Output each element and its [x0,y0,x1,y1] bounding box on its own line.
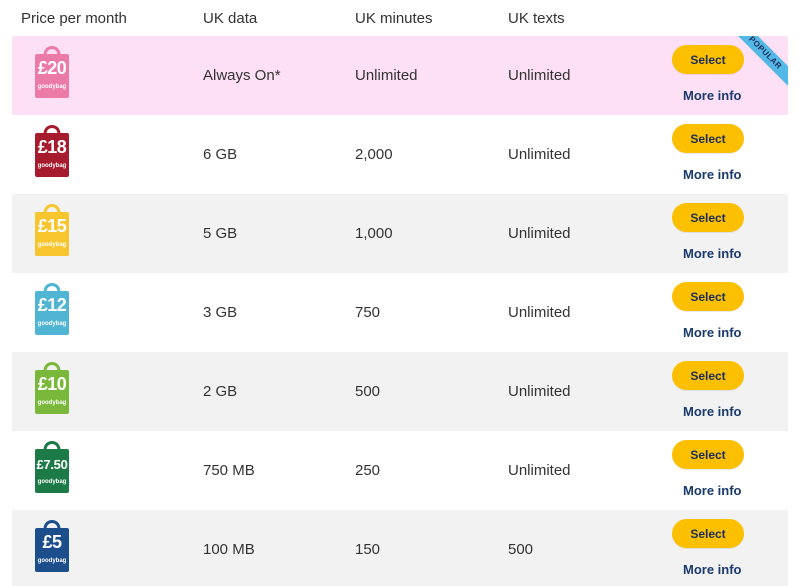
plan-uk-data: 750 MB [203,462,255,479]
plan-uk-data: Always On* [203,67,281,84]
popular-ribbon-label: POPULAR [732,36,788,90]
goodybag-price-icon: £12 goodybag [33,280,71,336]
plan-uk-minutes: 1,000 [355,225,393,242]
plan-brand: goodybag [37,84,67,90]
header-uk-data: UK data [203,10,258,27]
header-uk-texts: UK texts [508,10,565,27]
plan-uk-data: 5 GB [203,225,238,242]
more-info-link[interactable]: More info [683,167,742,182]
plan-brand: goodybag [37,163,67,169]
more-info-link[interactable]: More info [683,246,742,261]
select-plan-button[interactable]: Select [672,519,744,548]
plan-brand: goodybag [37,558,67,564]
plan-uk-texts: Unlimited [508,383,571,400]
header-uk-minutes: UK minutes [355,10,433,27]
plan-uk-minutes: 2,000 [355,146,393,163]
more-info-link[interactable]: More info [683,325,742,340]
plan-uk-texts: Unlimited [508,225,571,242]
plan-price: £7.50 [36,457,68,472]
plan-uk-texts: Unlimited [508,462,571,479]
plan-uk-texts: Unlimited [508,146,571,163]
plan-brand: goodybag [37,479,67,485]
goodybag-price-icon: £7.50 goodybag [33,438,71,494]
plan-row: £5 goodybag 100 MB 150 500 Select More i… [12,510,788,586]
goodybag-price-icon: £10 goodybag [33,359,71,415]
more-info-link[interactable]: More info [683,562,742,577]
popular-ribbon: POPULAR [732,36,788,92]
plans-table-header: Price per month UK data UK minutes UK te… [0,0,800,36]
plan-price: £5 [42,532,62,552]
plan-row: £15 goodybag 5 GB 1,000 Unlimited Select… [12,194,788,273]
goodybag-price-icon: £15 goodybag [33,201,71,257]
plan-brand: goodybag [37,321,67,327]
plan-uk-texts: 500 [508,541,534,558]
more-info-link[interactable]: More info [683,404,742,419]
plan-brand: goodybag [37,242,67,248]
select-plan-button[interactable]: Select [672,124,744,153]
plan-uk-minutes: 150 [355,541,381,558]
plan-uk-data: 2 GB [203,383,238,400]
select-plan-button[interactable]: Select [672,203,744,232]
plan-uk-data: 3 GB [203,304,238,321]
plan-row: £10 goodybag 2 GB 500 Unlimited Select M… [12,352,788,431]
goodybag-price-icon: £5 goodybag [33,517,71,573]
select-plan-button[interactable]: Select [672,361,744,390]
header-price-per-month: Price per month [21,10,127,27]
plan-uk-texts: Unlimited [508,304,571,321]
select-plan-button[interactable]: Select [672,440,744,469]
plan-uk-minutes: 750 [355,304,381,321]
plan-uk-data: 6 GB [203,146,238,163]
plan-row: £12 goodybag 3 GB 750 Unlimited Select M… [12,273,788,352]
plan-uk-minutes: 500 [355,383,381,400]
plan-uk-texts: Unlimited [508,67,571,84]
plan-uk-minutes: Unlimited [355,67,418,84]
plan-price: £10 [37,374,67,394]
plan-price: £12 [37,295,67,315]
plan-uk-data: 100 MB [203,541,255,558]
more-info-link[interactable]: More info [683,483,742,498]
plan-row: £7.50 goodybag 750 MB 250 Unlimited Sele… [12,431,788,510]
plan-brand: goodybag [37,400,67,406]
plan-row: £18 goodybag 6 GB 2,000 Unlimited Select… [12,115,788,194]
plan-uk-minutes: 250 [355,462,381,479]
goodybag-price-icon: £20 goodybag [33,43,71,99]
select-plan-button[interactable]: Select [672,282,744,311]
plan-price: £18 [37,137,67,157]
plan-price: £15 [37,216,67,236]
plans-table: £20 goodybag Always On* Unlimited Unlimi… [12,36,788,586]
plan-price: £20 [37,58,67,78]
goodybag-price-icon: £18 goodybag [33,122,71,178]
plan-row: £20 goodybag Always On* Unlimited Unlimi… [12,36,788,115]
